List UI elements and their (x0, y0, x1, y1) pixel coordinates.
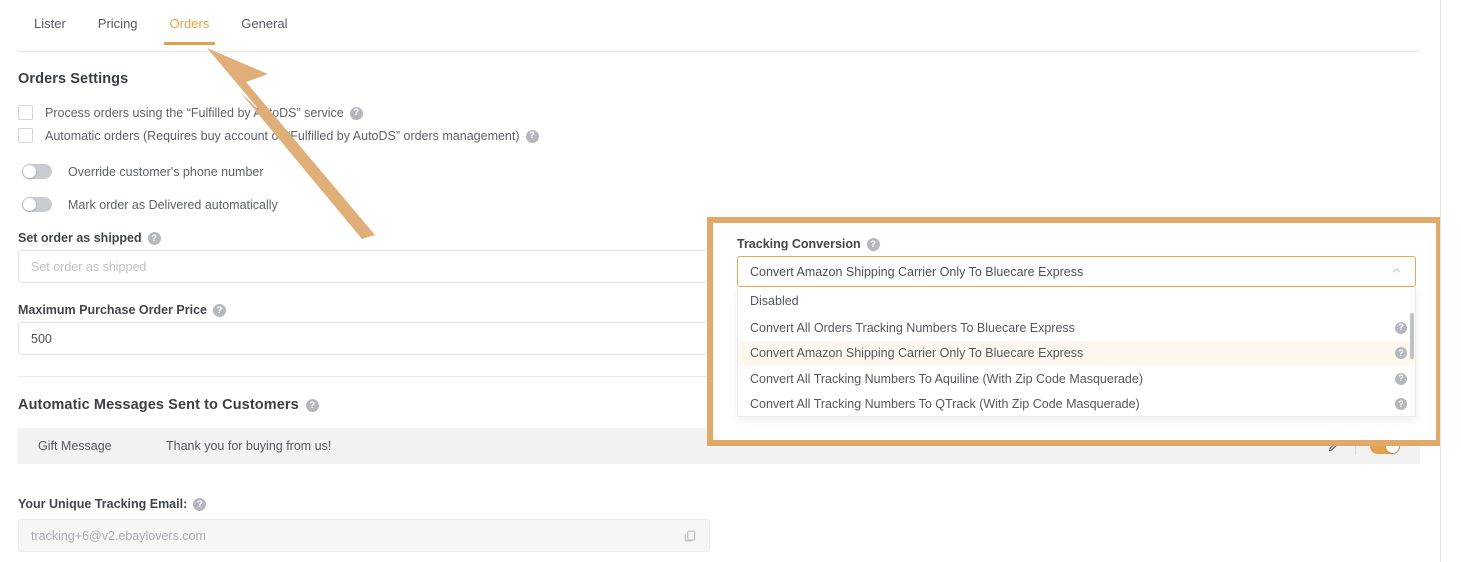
tab-lister[interactable]: Lister (18, 10, 82, 44)
tracking-conversion-options-list[interactable]: Disabled Convert All Orders Tracking Num… (737, 287, 1416, 417)
checkbox-fulfilled-by-autods-label: Process orders using the “Fulfilled by A… (45, 105, 344, 120)
chevron-up-icon[interactable] (1390, 264, 1403, 280)
set-order-as-shipped-value: Set order as shipped (31, 259, 147, 274)
tracking-conversion-selected-value: Convert Amazon Shipping Carrier Only To … (750, 264, 1084, 279)
tracking-email-value: tracking+6@v2.ebaylovers.com (31, 528, 206, 543)
automatic-messages-heading: Automatic Messages Sent to Customers ? (18, 397, 319, 413)
page-scrollbar[interactable] (1441, 0, 1461, 562)
help-icon[interactable]: ? (866, 238, 880, 251)
toggle-knob (23, 165, 36, 178)
help-icon[interactable]: ? (1395, 321, 1407, 334)
tab-pricing[interactable]: Pricing (82, 10, 154, 44)
option-convert-all-orders-bluecare[interactable]: Convert All Orders Tracking Numbers To B… (738, 315, 1415, 341)
copy-icon[interactable] (683, 529, 697, 543)
checkbox-fulfilled-by-autods-label-group: Process orders using the “Fulfilled by A… (45, 106, 363, 120)
options-list-scrollbar[interactable] (1410, 313, 1414, 359)
help-icon[interactable]: ? (212, 304, 226, 317)
help-icon[interactable]: ? (305, 399, 319, 412)
option-convert-all-aquiline[interactable]: Convert All Tracking Numbers To Aquiline… (738, 366, 1415, 392)
checkbox-automatic-orders[interactable] (18, 128, 33, 143)
checkbox-row-automatic-orders[interactable]: Automatic orders (Requires buy account o… (18, 128, 539, 143)
toggle-row-mark-delivered[interactable]: Mark order as Delivered automatically (22, 197, 278, 212)
toggle-override-phone-label: Override customer's phone number (68, 164, 264, 179)
set-order-as-shipped-label: Set order as shipped (18, 231, 142, 245)
help-icon[interactable]: ? (193, 498, 207, 511)
tracking-conversion-callout: Tracking Conversion ? Convert Amazon Shi… (707, 217, 1442, 446)
option-label: Disabled (750, 294, 799, 308)
toggle-override-phone[interactable] (22, 164, 52, 179)
checkbox-automatic-orders-label: Automatic orders (Requires buy account o… (45, 128, 520, 143)
help-icon[interactable]: ? (349, 106, 363, 120)
settings-tabbar: Lister Pricing Orders General (18, 10, 1420, 52)
message-name: Gift Message (38, 439, 112, 453)
automatic-messages-title: Automatic Messages Sent to Customers (18, 397, 299, 413)
checkbox-row-fulfilled-by-autods[interactable]: Process orders using the “Fulfilled by A… (18, 105, 363, 120)
tracking-conversion-label-group: Tracking Conversion ? (737, 237, 880, 251)
checkbox-fulfilled-by-autods[interactable] (18, 105, 33, 120)
option-label: Convert All Tracking Numbers To QTrack (… (750, 397, 1140, 412)
option-label: Convert Amazon Shipping Carrier Only To … (750, 346, 1084, 361)
help-icon[interactable]: ? (1395, 398, 1407, 411)
orders-settings-title: Orders Settings (18, 71, 129, 87)
maximum-purchase-order-price-label: Maximum Purchase Order Price (18, 303, 207, 317)
option-convert-amazon-carrier-bluecare[interactable]: Convert Amazon Shipping Carrier Only To … (738, 340, 1415, 366)
tab-orders[interactable]: Orders (154, 10, 226, 45)
tab-general[interactable]: General (225, 10, 303, 44)
tracking-conversion-select[interactable]: Convert Amazon Shipping Carrier Only To … (737, 256, 1416, 287)
maximum-purchase-order-price-label-group: Maximum Purchase Order Price ? (18, 303, 226, 317)
checkbox-automatic-orders-label-group: Automatic orders (Requires buy account o… (45, 129, 539, 143)
help-icon[interactable]: ? (1395, 347, 1407, 360)
help-icon[interactable]: ? (525, 129, 539, 143)
settings-page: Lister Pricing Orders General Orders Set… (0, 0, 1461, 562)
toggle-mark-delivered[interactable] (22, 197, 52, 212)
help-icon[interactable]: ? (147, 232, 161, 245)
tracking-conversion-label: Tracking Conversion (737, 237, 861, 251)
option-disabled[interactable]: Disabled (738, 287, 1415, 315)
tracking-email-input[interactable]: tracking+6@v2.ebaylovers.com (18, 519, 710, 552)
tracking-email-label-group: Your Unique Tracking Email: ? (18, 497, 207, 511)
toggle-knob (23, 198, 36, 211)
tracking-email-label: Your Unique Tracking Email: (18, 497, 188, 511)
help-icon[interactable]: ? (1395, 372, 1407, 385)
option-convert-all-qtrack[interactable]: Convert All Tracking Numbers To QTrack (… (738, 392, 1415, 417)
toggle-row-override-phone[interactable]: Override customer's phone number (22, 164, 264, 179)
option-label: Convert All Tracking Numbers To Aquiline… (750, 371, 1143, 386)
set-order-as-shipped-label-group: Set order as shipped ? (18, 231, 161, 245)
toggle-mark-delivered-label: Mark order as Delivered automatically (68, 197, 278, 212)
option-label: Convert All Orders Tracking Numbers To B… (750, 320, 1075, 335)
maximum-purchase-order-price-value: 500 (31, 331, 52, 346)
orders-settings-heading: Orders Settings (18, 71, 128, 87)
